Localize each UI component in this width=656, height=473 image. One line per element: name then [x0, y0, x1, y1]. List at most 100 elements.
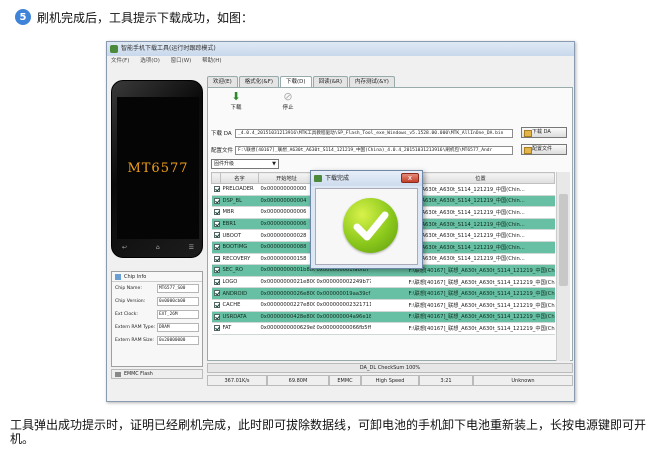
window-title: 智能手机下载工具(运行时跟踪模式): [121, 45, 216, 52]
row-location: F:\联想[40167]_联想_A630t_A630t_S114_121219_…: [406, 299, 555, 312]
phone-screen: MT6577: [117, 97, 199, 239]
menu-help[interactable]: 帮助(H): [202, 58, 221, 64]
scatter-path[interactable]: F:\联想[40167]_联想_A630t_A630t_S114_121219_…: [235, 145, 513, 155]
row-name: PRELOADER: [220, 183, 259, 196]
close-icon[interactable]: x: [401, 173, 419, 183]
row-location: 联想_A630t_A630t_S114_121219_中国(Chin...: [406, 206, 555, 219]
row-checkbox[interactable]: [211, 253, 221, 266]
checkbox-checked-icon[interactable]: [213, 209, 220, 216]
row-start: 0x000000000158: [258, 253, 315, 266]
col-check: [211, 172, 221, 184]
menu-bar: 文件(F) 选项(O) 窗口(W) 帮助(H): [107, 56, 574, 67]
row-checkbox[interactable]: [211, 287, 221, 300]
row-start: 0x000000000088: [258, 241, 315, 254]
mode-select[interactable]: 固件升级 ▼: [211, 159, 279, 169]
table-row[interactable]: CACHE 0x00000000227e8000 0x000000002321711…: [211, 299, 555, 312]
checkbox-checked-icon[interactable]: [213, 301, 220, 308]
row-checkbox[interactable]: [211, 299, 221, 312]
row-name: RECOVERY: [220, 253, 259, 266]
row-checkbox[interactable]: [211, 218, 221, 231]
row-checkbox[interactable]: [211, 241, 221, 254]
stop-icon: ⊘: [283, 90, 293, 103]
row-location: F:\联想[40167]_联想_A630t_A630t_S114_121219_…: [406, 264, 555, 277]
menu-file[interactable]: 文件(F): [111, 58, 129, 64]
row-location: 联想_A630t_A630t_S114_121219_中国(Chin...: [406, 253, 555, 266]
step-title: 刷机完成后，工具提示下载成功，如图：: [37, 10, 254, 25]
download-da-path[interactable]: _4.0.4_20151031213916\MTK工具教程驱动\SP_Flash…: [235, 128, 513, 138]
status-time: 3:21: [419, 375, 473, 386]
table-row[interactable]: LOGO 0x00000000021e8000 0x000000002249b77 F…: [211, 276, 555, 289]
checkbox-checked-icon[interactable]: [213, 290, 220, 297]
row-start: 0x000000000006: [258, 218, 315, 231]
download-da-button[interactable]: 下载 DA: [521, 127, 567, 138]
menu-options[interactable]: 选项(O): [140, 58, 160, 64]
emmc-flash-item[interactable]: EMMC Flash: [111, 369, 203, 379]
menu-window[interactable]: 窗口(W): [171, 58, 192, 64]
checkbox-checked-icon[interactable]: [213, 313, 220, 320]
row-start: 0x000000000004: [258, 195, 315, 208]
chip-info-title[interactable]: Chip Info: [112, 272, 202, 282]
row-end: 0x0000000023217117: [314, 299, 371, 312]
table-row[interactable]: FAT0x0000000000629e80000x00000000066fb5f…: [211, 322, 555, 335]
phone-model: MT6577: [127, 160, 189, 176]
row-start: 0x00000000021e8000: [258, 276, 315, 289]
row-checkbox[interactable]: [211, 264, 221, 277]
download-button[interactable]: ⬇ 下载: [224, 90, 248, 112]
row-name: LOGO: [220, 276, 259, 289]
row-checkbox[interactable]: [211, 276, 221, 289]
row-name: UBOOT: [220, 229, 259, 242]
checkbox-checked-icon[interactable]: [213, 186, 220, 193]
stop-button[interactable]: ⊘ 停止: [276, 90, 300, 112]
scatter-button[interactable]: 配置文件: [521, 144, 567, 155]
row-checkbox[interactable]: [211, 322, 221, 335]
row-start: 0x00000000428e8000: [258, 311, 315, 324]
row-name: FAT: [220, 322, 259, 335]
row-location: 联想_A630t_A630t_S114_121219_中国(Chin...: [406, 241, 555, 254]
row-checkbox[interactable]: [211, 183, 221, 196]
checkbox-checked-icon[interactable]: [213, 220, 220, 227]
table-row[interactable]: ANDROID 0x00000000026e8000 0x000000019aa39…: [211, 287, 555, 300]
scrollbar-thumb[interactable]: [559, 194, 568, 286]
row-checkbox[interactable]: [211, 311, 221, 324]
tab-format[interactable]: 格式化(&F): [238, 76, 280, 87]
col-start[interactable]: 开始地址: [258, 172, 315, 184]
checkbox-checked-icon[interactable]: [213, 255, 220, 262]
row-start: 0x00000000026e8000: [258, 287, 315, 300]
chip-info-row: Chip Version: 0x0000cb00: [112, 295, 202, 308]
success-check-icon: [343, 198, 398, 253]
ram-size-value: 0x20000000: [157, 336, 199, 345]
row-name: ANDROID: [220, 287, 259, 300]
row-start: 0x000000000000: [258, 183, 315, 196]
col-location[interactable]: 位置: [406, 172, 555, 184]
checkbox-checked-icon[interactable]: [213, 232, 220, 239]
table-scrollbar[interactable]: [556, 172, 570, 361]
row-end: 0x000000004a96e18f: [314, 311, 371, 324]
checkbox-checked-icon[interactable]: [213, 278, 220, 285]
row-length: [370, 276, 407, 289]
table-row[interactable]: USRDATA 0x00000000428e8000 0x000000004a96e…: [211, 311, 555, 324]
row-checkbox[interactable]: [211, 206, 221, 219]
row-length: [370, 287, 407, 300]
checkbox-checked-icon[interactable]: [213, 325, 220, 332]
row-name: DSP_BL: [220, 195, 259, 208]
checkbox-checked-icon[interactable]: [213, 244, 220, 251]
checkbox-checked-icon[interactable]: [213, 267, 220, 274]
row-end: 0x00000000066fb5ff: [314, 322, 371, 335]
row-checkbox[interactable]: [211, 229, 221, 242]
tab-memory-test[interactable]: 内存测试(&Y): [348, 76, 395, 87]
chip-version-value: 0x0000cb00: [157, 297, 199, 306]
col-name[interactable]: 名字: [220, 172, 259, 184]
tab-bar: 欢迎(E) 格式化(&F) 下载(D) 回读(&R) 内存测试(&Y): [207, 76, 396, 87]
phone-image: MT6577 ↩ ⌂ ☰: [111, 80, 203, 258]
tab-download[interactable]: 下载(D): [280, 76, 312, 87]
row-location: F:\联想[40167]_联想_A630t_A630t_S114_121219_…: [406, 311, 555, 324]
chip-version-label: Chip Version:: [115, 299, 146, 304]
ram-type-label: Extern RAM Type:: [115, 325, 156, 330]
download-arrow-icon: ⬇: [231, 90, 241, 103]
row-end: 0x000000002249b77: [314, 276, 371, 289]
checkbox-checked-icon[interactable]: [213, 197, 220, 204]
tab-readback[interactable]: 回读(&R): [312, 76, 348, 87]
row-name: USRDATA: [220, 311, 259, 324]
row-checkbox[interactable]: [211, 195, 221, 208]
tab-welcome[interactable]: 欢迎(E): [207, 76, 238, 87]
